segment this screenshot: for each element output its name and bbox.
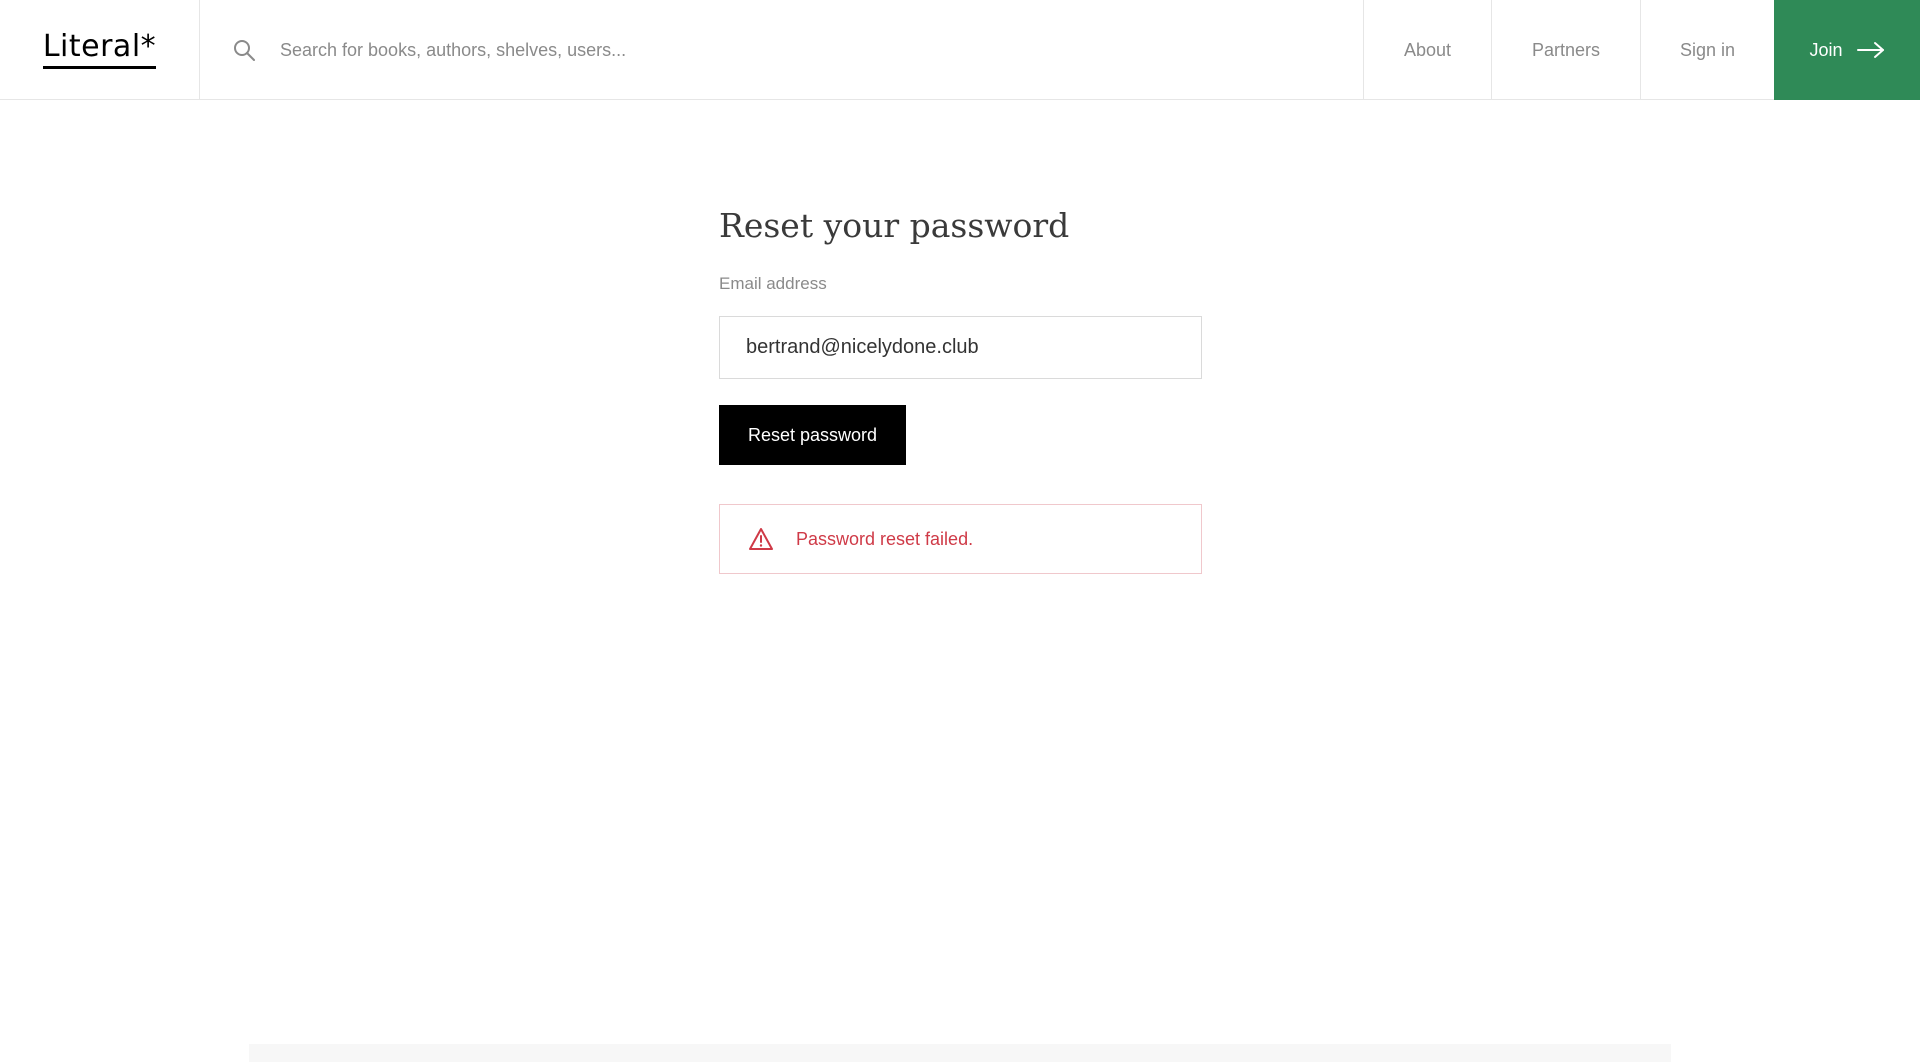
nav-sign-in-link[interactable]: Sign in	[1640, 0, 1774, 100]
nav-about-link[interactable]: About	[1363, 0, 1491, 100]
search-input[interactable]	[280, 39, 1080, 61]
logo[interactable]: Literal*	[42, 31, 157, 69]
nav-sign-in-label: Sign in	[1679, 39, 1736, 60]
top-navigation-bar: Literal* About Partners Sign in Join	[0, 0, 1920, 100]
email-field[interactable]	[719, 316, 1202, 379]
reset-password-button[interactable]: Reset password	[719, 405, 906, 465]
page-title: Reset your password	[719, 206, 1070, 245]
search-bar	[200, 0, 1363, 100]
search-icon[interactable]	[232, 38, 256, 62]
nav-partners-label: Partners	[1531, 39, 1601, 60]
nav-about-label: About	[1403, 39, 1452, 60]
footer-strip	[249, 1044, 1671, 1062]
nav-partners-link[interactable]: Partners	[1491, 0, 1640, 100]
reset-password-label: Reset password	[747, 424, 878, 445]
join-label: Join	[1809, 39, 1843, 60]
join-button[interactable]: Join	[1774, 0, 1920, 100]
warning-icon	[748, 527, 774, 551]
logo-cell[interactable]: Literal*	[0, 0, 200, 100]
reset-password-form: Reset your password Email address Reset …	[719, 200, 1202, 574]
error-message: Password reset failed.	[796, 528, 974, 549]
email-label: Email address	[719, 274, 827, 293]
arrow-right-icon	[1856, 41, 1885, 59]
error-alert: Password reset failed.	[719, 504, 1202, 574]
